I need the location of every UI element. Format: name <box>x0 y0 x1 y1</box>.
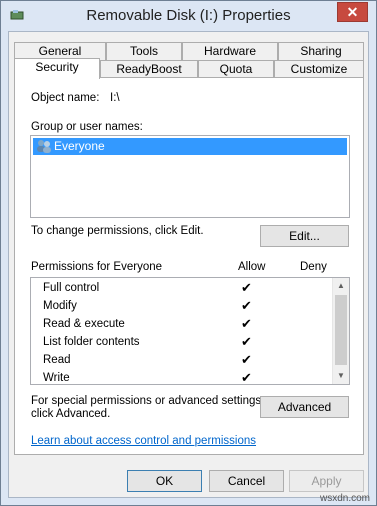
tab-readyboost[interactable]: ReadyBoost <box>100 60 198 78</box>
permission-name: List folder contents <box>43 336 140 348</box>
permission-row: List folder contents ✔ <box>31 334 349 352</box>
watermark: wsxdn.com <box>319 493 370 504</box>
user-name: Everyone <box>54 139 105 153</box>
permissions-scrollbar[interactable]: ▲ ▼ <box>332 278 349 384</box>
permission-row: Read & execute ✔ <box>31 316 349 334</box>
allow-check-icon: ✔ <box>241 334 252 349</box>
advanced-button[interactable]: Advanced <box>260 396 349 418</box>
allow-check-icon: ✔ <box>241 352 252 367</box>
user-list-item-everyone[interactable]: Everyone <box>33 138 347 155</box>
tab-security[interactable]: Security <box>14 58 100 79</box>
permission-name: Modify <box>43 300 77 312</box>
allow-check-icon: ✔ <box>241 316 252 331</box>
permission-name: Write <box>43 372 70 384</box>
allow-check-icon: ✔ <box>241 280 252 295</box>
allow-check-icon: ✔ <box>241 298 252 313</box>
apply-button[interactable]: Apply <box>289 470 364 492</box>
title-bar[interactable]: Removable Disk (I:) Properties ✕ <box>1 1 376 31</box>
permission-name: Read & execute <box>43 318 125 330</box>
object-name-label: Object name: <box>31 92 100 104</box>
ok-button[interactable]: OK <box>127 470 202 492</box>
allow-header: Allow <box>238 261 266 273</box>
special-permissions-text-line1: For special permissions or advanced sett… <box>31 395 265 407</box>
permission-row: Modify ✔ <box>31 298 349 316</box>
permission-name: Full control <box>43 282 100 294</box>
tab-sharing[interactable]: Sharing <box>278 42 364 60</box>
tab-quota[interactable]: Quota <box>198 60 274 78</box>
permission-name: Read <box>43 354 71 366</box>
window-title: Removable Disk (I:) Properties <box>86 7 291 24</box>
permissions-for-label: Permissions for Everyone <box>31 261 163 273</box>
group-user-label: Group or user names: <box>31 121 143 133</box>
allow-check-icon: ✔ <box>241 370 252 385</box>
close-button[interactable]: ✕ <box>337 2 368 22</box>
properties-window: Removable Disk (I:) Properties ✕ General… <box>0 0 377 506</box>
edit-button[interactable]: Edit... <box>260 225 349 247</box>
cancel-button[interactable]: Cancel <box>209 470 284 492</box>
scrollbar-thumb[interactable] <box>335 295 347 365</box>
tab-hardware[interactable]: Hardware <box>182 42 278 60</box>
permission-row: Read ✔ <box>31 352 349 370</box>
tab-tools[interactable]: Tools <box>106 42 182 60</box>
permission-row: Full control ✔ <box>31 280 349 298</box>
permission-row: Write ✔ <box>31 370 349 388</box>
deny-header: Deny <box>300 261 327 273</box>
scroll-down-icon[interactable]: ▼ <box>333 368 349 384</box>
user-list[interactable]: Everyone <box>30 135 350 218</box>
security-panel: Object name: I:\ Group or user names: Ev… <box>14 77 364 455</box>
permissions-list: Full control ✔ Modify ✔ Read & execute ✔… <box>30 277 350 385</box>
tab-customize[interactable]: Customize <box>274 60 364 78</box>
object-name-value: I:\ <box>110 92 120 104</box>
users-group-icon <box>37 140 51 153</box>
change-permissions-text: To change permissions, click Edit. <box>31 225 204 237</box>
special-permissions-text-line2: click Advanced. <box>31 408 111 420</box>
learn-access-control-link[interactable]: Learn about access control and permissio… <box>31 435 256 447</box>
scroll-up-icon[interactable]: ▲ <box>333 278 349 294</box>
